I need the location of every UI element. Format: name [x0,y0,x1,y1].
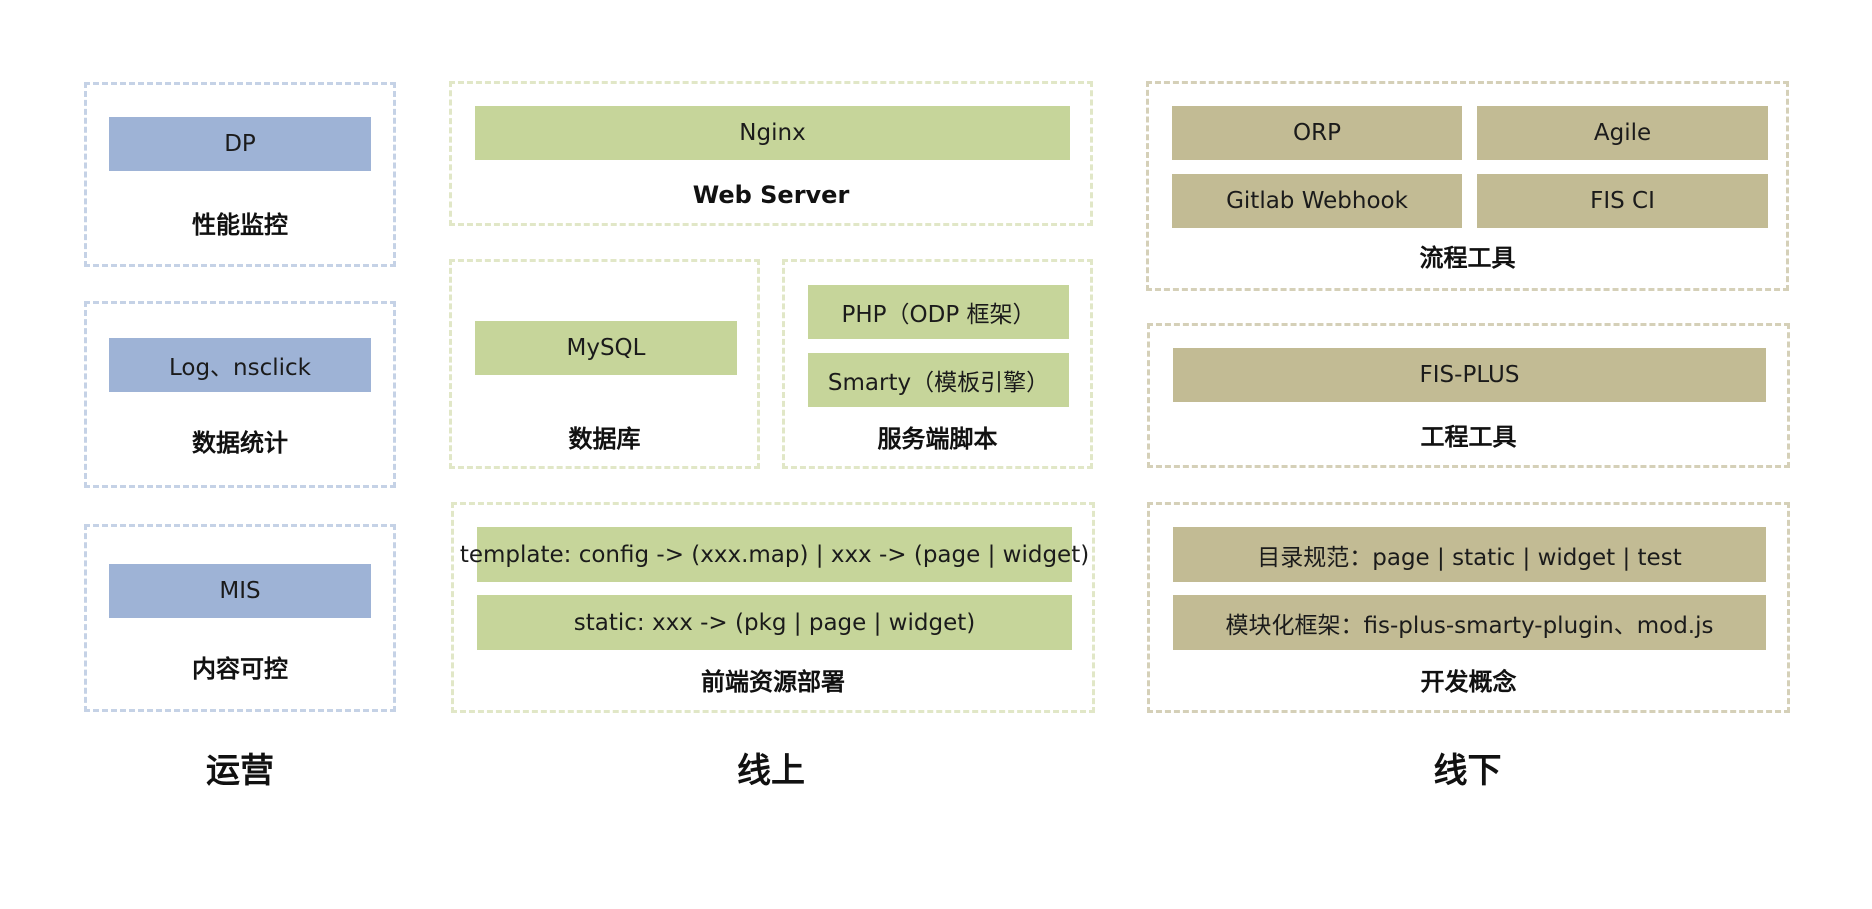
dev-concepts-label: 开发概念 [1420,668,1517,696]
content-control-label: 内容可控 [192,655,288,683]
server-script-label: 服务端脚本 [877,425,998,453]
directory-convention-box: 目录规范：page | static | widget | test [1173,527,1766,582]
dp-box: DP [109,117,371,171]
column-title-ops: 运营 [206,751,274,791]
column-title-online: 线上 [737,751,805,791]
frontend-deploy-label: 前端资源部署 [701,668,845,696]
database-group: MySQL 数据库 [449,259,760,469]
perf-monitoring-label: 性能监控 [192,211,288,239]
content-control-group: MIS 内容可控 [84,524,396,712]
data-stats-group: Log、nsclick 数据统计 [84,301,396,488]
nginx-box: Nginx [475,106,1070,160]
web-server-label: Web Server [692,181,850,209]
database-label: 数据库 [568,425,641,453]
mysql-box: MySQL [475,321,737,375]
mis-box: MIS [109,564,371,618]
gitlab-webhook-box: Gitlab Webhook [1172,174,1462,228]
template-mapping-box: template: config -> (xxx.map) | xxx -> (… [460,527,1089,582]
engineering-tools-label: 工程工具 [1420,423,1517,451]
fis-plus-box: FIS-PLUS [1173,348,1766,402]
engineering-tools-group: FIS-PLUS 工程工具 [1147,323,1790,468]
perf-monitoring-group: DP 性能监控 [84,82,396,267]
log-nsclick-box: Log、nsclick [109,338,371,392]
php-odp-box: PHP（ODP 框架） [808,285,1069,339]
frontend-deploy-group: template: config -> (xxx.map) | xxx -> (… [451,502,1095,713]
modular-framework-box: 模块化框架：fis-plus-smarty-plugin、mod.js [1173,595,1766,650]
orp-box: ORP [1172,106,1462,160]
static-mapping-box: static: xxx -> (pkg | page | widget) [477,595,1072,650]
dev-concepts-group: 目录规范：page | static | widget | test 模块化框架… [1147,502,1790,713]
server-script-group: PHP（ODP 框架） Smarty（模板引擎） 服务端脚本 [782,259,1093,469]
process-tools-group: ORP Agile Gitlab Webhook FIS CI 流程工具 [1146,81,1789,291]
process-tools-label: 流程工具 [1419,244,1516,272]
fis-ci-box: FIS CI [1477,174,1768,228]
column-title-offline: 线下 [1433,751,1502,791]
smarty-box: Smarty（模板引擎） [808,353,1069,407]
web-server-group: Nginx Web Server [449,81,1093,226]
data-stats-label: 数据统计 [192,429,288,457]
agile-box: Agile [1477,106,1768,160]
